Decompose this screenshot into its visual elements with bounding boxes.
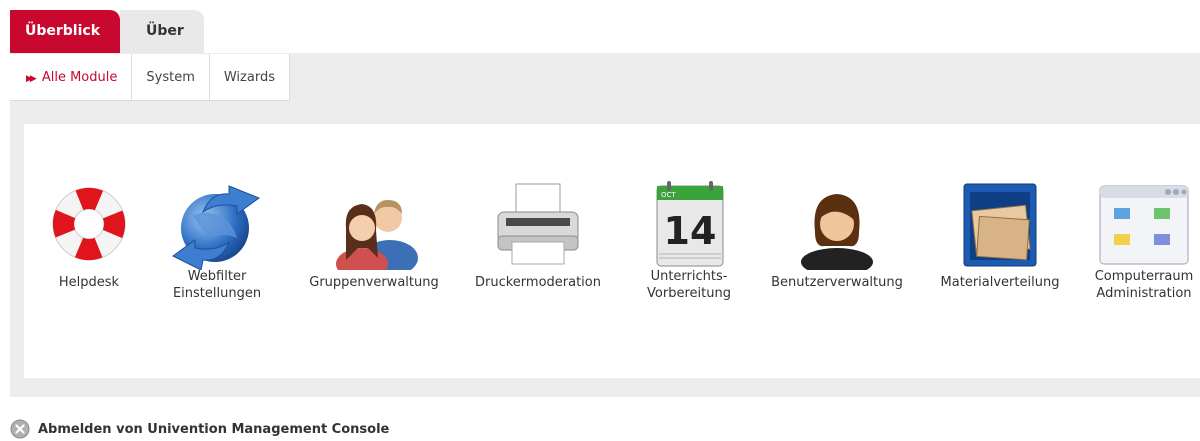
management-console: Überblick Über ▶▶ Alle Module System Wiza… [0,0,1200,441]
tab-ueber[interactable]: Über [120,10,204,53]
logout-label: Abmelden von Univention Management Conso… [38,421,390,437]
module-druckermoderation[interactable]: Druckermoderation [468,178,608,291]
module-webfilter[interactable]: Webfilter Einstellungen [162,178,272,302]
module-category-nav: ▶▶ Alle Module System Wizards [10,53,290,101]
calendar-day-text: 14 [664,209,717,253]
module-helpdesk[interactable]: Helpdesk [34,178,144,291]
category-system[interactable]: System [132,54,210,101]
module-benutzerverwaltung-label: Benutzerverwaltung [771,275,903,290]
module-gruppenverwaltung-label: Gruppenverwaltung [309,275,439,290]
module-webfilter-label-2: Einstellungen [172,286,262,301]
module-druckermoderation-label: Druckermoderation [474,275,601,290]
globe-arrows-icon [172,185,261,270]
module-helpdesk-label: Helpdesk [58,275,120,290]
computer-room-window-icon [1099,185,1189,265]
module-unterrichtsvorbereitung[interactable]: OCT 14 Unterrichts- Vorbereitung [629,178,749,302]
group-people-icon [336,200,418,270]
lifebuoy-icon [52,187,126,261]
content-panel: ▶▶ Alle Module System Wizards Helpdesk W… [10,53,1200,397]
category-all-modules-label: Alle Module [41,70,118,85]
module-unterrichtsvorbereitung-label-2: Vorbereitung [647,286,731,301]
calendar-icon: OCT 14 [656,181,724,267]
module-computerraum-label-1: Computerraum [1094,269,1194,284]
logout-close-icon [10,419,30,439]
module-benutzerverwaltung[interactable]: Benutzerverwaltung [762,178,912,291]
file-cabinet-icon [963,183,1037,267]
module-materialverteilung[interactable]: Materialverteilung [930,178,1070,291]
double-arrow-icon: ▶▶ [26,74,37,84]
module-grid: Helpdesk Webfilter Einstellungen Gruppen… [24,124,1200,378]
module-unterrichtsvorbereitung-label-1: Unterrichts- [650,269,728,284]
user-icon [801,194,873,270]
module-webfilter-label-1: Webfilter [187,269,247,284]
module-computerraum-label-2: Administration [1096,286,1192,301]
category-wizards[interactable]: Wizards [210,54,290,101]
category-all-modules[interactable]: ▶▶ Alle Module [10,54,133,101]
main-tabbar: Überblick Über [0,0,1200,53]
module-computerraum[interactable]: Computerraum Administration [1090,178,1198,302]
printer-icon [497,183,579,265]
logout-link[interactable]: Abmelden von Univention Management Conso… [10,418,389,440]
module-gruppenverwaltung[interactable]: Gruppenverwaltung [299,178,449,291]
calendar-month-text: OCT [661,191,676,199]
module-materialverteilung-label: Materialverteilung [940,275,1060,290]
tab-ueberblick[interactable]: Überblick [10,10,120,53]
